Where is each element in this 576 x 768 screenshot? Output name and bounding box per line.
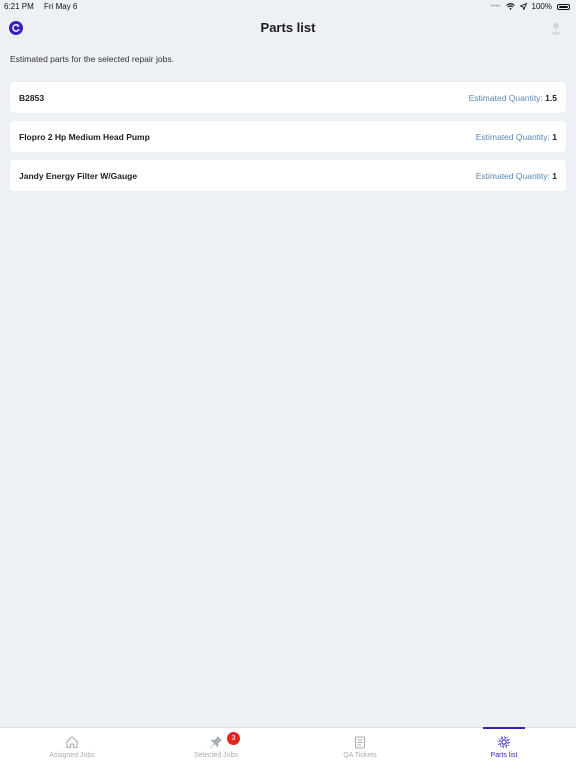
tab-label: Selected Jobs: [194, 752, 238, 759]
quantity-value: 1.5: [545, 92, 557, 103]
active-tab-indicator: [483, 727, 525, 729]
page-title: Parts list: [260, 20, 316, 35]
part-quantity: Estimated Quantity: 1: [476, 171, 557, 181]
tab-assigned-jobs[interactable]: Assigned Jobs: [0, 728, 144, 768]
status-time: 6:21 PM: [4, 2, 34, 11]
status-bar: 6:21 PM Fri May 6 •••• 100%: [0, 0, 576, 12]
user-avatar-icon[interactable]: [549, 21, 563, 35]
tab-parts-list[interactable]: Parts list: [432, 727, 576, 768]
part-quantity: Estimated Quantity: 1: [476, 132, 557, 142]
tab-qa-tickets[interactable]: QA Tickets: [288, 728, 432, 768]
battery-icon: [557, 3, 570, 10]
quantity-value: 1: [552, 131, 557, 142]
quantity-label: Estimated Quantity:: [468, 92, 543, 103]
header: Parts list: [0, 12, 576, 44]
part-card[interactable]: Jandy Energy Filter W/Gauge Estimated Qu…: [10, 160, 566, 191]
part-card[interactable]: Flopro 2 Hp Medium Head Pump Estimated Q…: [10, 121, 566, 152]
status-date: Fri May 6: [44, 2, 78, 11]
signal-dots-icon: ••••: [490, 3, 501, 10]
selected-jobs-badge: 3: [227, 732, 240, 745]
part-name: Flopro 2 Hp Medium Head Pump: [19, 131, 150, 142]
home-icon: [66, 736, 78, 749]
quantity-label: Estimated Quantity:: [475, 131, 550, 142]
pin-icon: [210, 736, 222, 748]
part-quantity: Estimated Quantity: 1.5: [469, 93, 557, 103]
quantity-label: Estimated Quantity:: [475, 170, 550, 181]
tab-label: Parts list: [490, 752, 518, 759]
gear-icon: [497, 735, 511, 749]
part-card[interactable]: B2853 Estimated Quantity: 1.5: [10, 82, 566, 113]
wifi-icon: [505, 3, 515, 10]
tab-label: QA Tickets: [343, 752, 377, 759]
part-name: B2853: [19, 92, 45, 103]
clipboard-icon: [354, 736, 366, 749]
tab-label: Assigned Jobs: [49, 752, 95, 759]
location-arrow-icon: [519, 3, 527, 10]
page-subtitle: Estimated parts for the selected repair …: [10, 54, 174, 64]
tab-selected-jobs[interactable]: 3 Selected Jobs: [144, 728, 288, 768]
battery-percent: 100%: [531, 2, 552, 11]
status-left: 6:21 PM Fri May 6: [4, 2, 85, 11]
quantity-value: 1: [552, 170, 557, 181]
tab-bar: Assigned Jobs 3 Selected Jobs QA Tickets…: [0, 727, 576, 768]
status-right: •••• 100%: [491, 2, 570, 11]
parts-list: B2853 Estimated Quantity: 1.5 Flopro 2 H…: [10, 82, 566, 199]
part-name: Jandy Energy Filter W/Gauge: [19, 170, 138, 181]
